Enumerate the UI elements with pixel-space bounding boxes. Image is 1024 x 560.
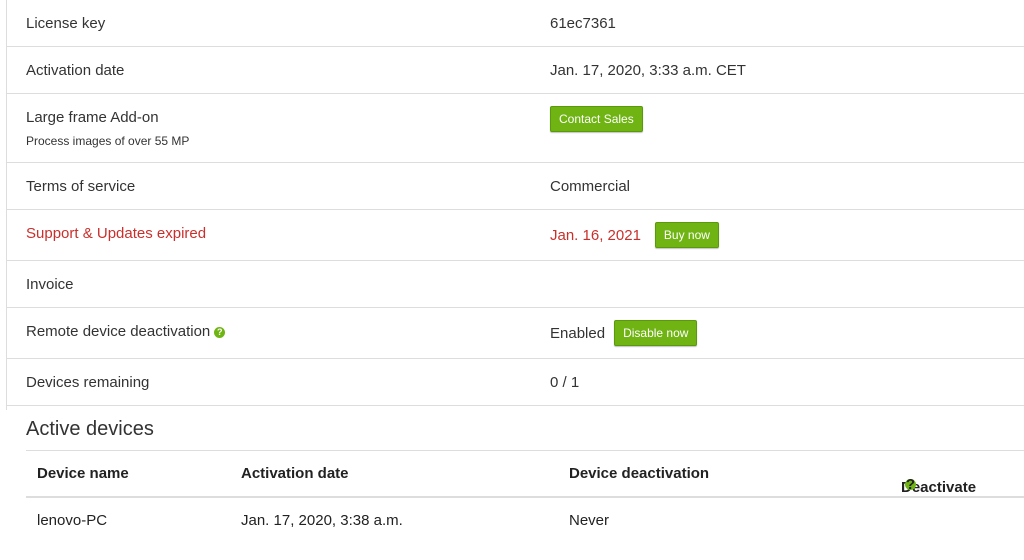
row-devices-remaining: Devices remaining 0 / 1 — [6, 359, 1024, 406]
device-name-cell: lenovo-PC — [37, 512, 108, 529]
row-remote-deactivation: Remote device deactivation? Enabled Disa… — [6, 308, 1024, 359]
row-large-frame: Large frame Add-on Process images of ove… — [6, 94, 1024, 163]
devices-remaining-value: 0 / 1 — [550, 374, 580, 391]
activation-date-label: Activation date — [26, 62, 125, 79]
activation-date-value: Jan. 17, 2020, 3:33 a.m. CET — [550, 62, 746, 79]
col-device-name: Device name — [37, 465, 129, 482]
contact-sales-button[interactable]: Contact Sales — [550, 106, 643, 132]
terms-value: Commercial — [550, 178, 631, 195]
row-invoice: Invoice — [6, 261, 1024, 308]
devices-remaining-label: Devices remaining — [26, 374, 150, 391]
large-frame-label: Large frame Add-on — [26, 109, 159, 126]
disable-now-button[interactable]: Disable now — [614, 320, 698, 346]
license-key-value: 61ec7361 — [550, 15, 616, 32]
row-activation-date: Activation date Jan. 17, 2020, 3:33 a.m.… — [6, 47, 1024, 94]
deactivation-cell: Never — [569, 512, 610, 529]
row-terms: Terms of service Commercial — [6, 163, 1024, 210]
license-info-table: License key 61ec7361 Activation date Jan… — [6, 0, 1024, 406]
help-icon[interactable]: ? — [905, 477, 916, 492]
activation-date-cell: Jan. 17, 2020, 3:38 a.m. — [241, 512, 403, 529]
remote-deactivation-label: Remote device deactivation — [26, 323, 211, 340]
active-devices-table: Device name Activation date Device deact… — [26, 450, 1024, 529]
help-icon[interactable]: ? — [214, 326, 226, 338]
row-support: Support & Updates expired Jan. 16, 2021 … — [6, 210, 1024, 261]
buy-now-button[interactable]: Buy now — [654, 222, 719, 248]
row-license-key: License key 61ec7361 — [6, 0, 1024, 47]
support-expiry-date: Jan. 16, 2021 — [550, 226, 641, 244]
col-device-deactivation: Device deactivation — [569, 465, 710, 482]
active-devices-title: Active devices — [26, 418, 154, 440]
remote-deactivation-label-wrap: Remote device deactivation? — [26, 323, 226, 340]
remote-deactivation-value: Enabled — [550, 324, 606, 342]
terms-label: Terms of service — [26, 178, 136, 195]
col-activation-date: Activation date — [241, 465, 349, 482]
large-frame-description: Process images of over 55 MP — [26, 134, 190, 148]
license-key-label: License key — [26, 15, 106, 32]
support-label: Support & Updates expired — [26, 225, 207, 242]
table-header: Device name Activation date Device deact… — [26, 450, 1024, 498]
invoice-label: Invoice — [26, 276, 74, 293]
